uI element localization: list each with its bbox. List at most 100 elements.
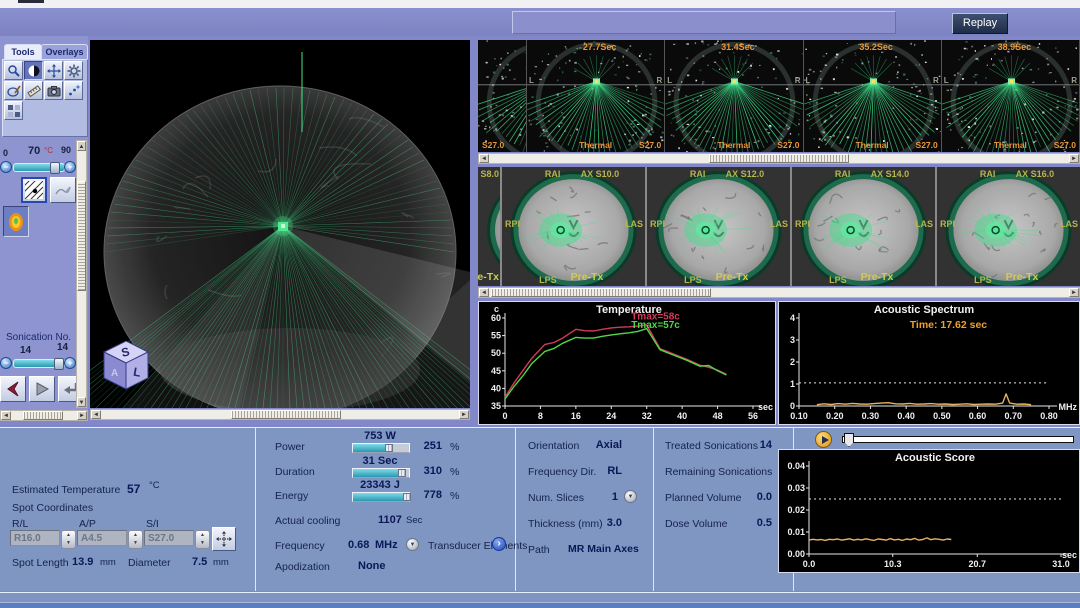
sidebar: Tools Overlays 0 70 °C 90 − xyxy=(0,36,88,421)
scroll-left-icon[interactable]: ◄ xyxy=(479,288,489,297)
scrollbar-thumb[interactable] xyxy=(491,288,711,297)
camera-tool-button[interactable] xyxy=(44,81,63,100)
scrollbar-thumb[interactable] xyxy=(77,181,86,291)
orientation-right-marker: R xyxy=(656,76,662,85)
scroll-right-icon[interactable]: ► xyxy=(77,411,87,420)
mri-tile[interactable]: RAIAX S10.0RPILASLPSPre-Tx xyxy=(500,167,645,286)
energy-slider[interactable] xyxy=(352,492,410,502)
sidebar-horizontal-scrollbar[interactable]: ◄ ► xyxy=(0,410,88,421)
score-playback-slider[interactable] xyxy=(842,436,1074,443)
tab-overlays[interactable]: Overlays xyxy=(41,44,88,60)
coord-si-spinner[interactable]: ▲▼ xyxy=(195,530,210,549)
replay-button[interactable]: Replay xyxy=(952,13,1008,34)
coord-ap-spinner[interactable]: ▲▼ xyxy=(128,530,143,549)
sidebar-vertical-scrollbar[interactable]: ▲ ▼ xyxy=(76,140,87,408)
mri-tile[interactable]: AX S8.0Pre-Tx xyxy=(478,167,500,286)
svg-text:A: A xyxy=(111,368,118,379)
coord-rl-spinner[interactable]: ▲▼ xyxy=(61,530,76,549)
power-slider[interactable] xyxy=(352,443,410,453)
scrollbar-thumb[interactable] xyxy=(23,411,63,420)
sonication-plus-button[interactable]: + xyxy=(64,357,76,369)
next-sonication-button[interactable] xyxy=(29,376,55,402)
svg-text:56: 56 xyxy=(748,411,758,421)
mri-strip-scrollbar[interactable]: ◄ ► xyxy=(478,287,1080,298)
orientation-left-marker: L xyxy=(806,76,811,85)
sonication-minus-button[interactable]: − xyxy=(0,357,12,369)
frequency-dropdown[interactable]: ▼ xyxy=(406,538,419,551)
thermal-tile[interactable]: 31.4SecLRThermalS27.0 xyxy=(665,40,803,152)
scroll-down-icon[interactable]: ▼ xyxy=(77,397,86,407)
duration-slider[interactable] xyxy=(352,468,410,478)
contrast-icon xyxy=(27,64,41,78)
tab-tools[interactable]: Tools xyxy=(4,44,42,60)
stage-label: Pre-Tx xyxy=(1006,271,1039,283)
temp-scale-slider-knob[interactable] xyxy=(50,162,60,174)
orientation-right-marker: R xyxy=(1071,76,1077,85)
thermal-tile[interactable]: 35.2SecLRThermalS27.0 xyxy=(804,40,942,152)
sonication-slider-knob[interactable] xyxy=(54,358,64,370)
points-tool-button[interactable] xyxy=(64,81,83,100)
num-slices-value: 1 xyxy=(552,491,618,503)
dose-volume-value: 0.5 xyxy=(700,517,772,529)
move-spot-button[interactable] xyxy=(212,527,236,551)
coord-rl-field[interactable] xyxy=(10,530,60,546)
panel-divider xyxy=(255,428,256,591)
tools-panel xyxy=(2,59,88,137)
svg-text:0.02: 0.02 xyxy=(787,505,805,515)
scroll-left-icon[interactable]: ◄ xyxy=(1,411,11,420)
scroll-right-icon[interactable]: ► xyxy=(459,410,469,419)
temp-scale-plus-button[interactable]: + xyxy=(64,161,76,173)
scrollbar-thumb[interactable] xyxy=(231,410,341,419)
svg-text:sec: sec xyxy=(758,402,773,412)
viewport-horizontal-scrollbar[interactable]: ◄ ► xyxy=(90,409,470,420)
transducer-elements-button[interactable]: › xyxy=(492,537,506,551)
previous-sonication-button[interactable] xyxy=(0,376,26,402)
thermal-tile[interactable]: 27.7SecLRThermalS27.0 xyxy=(527,40,665,152)
coord-axis-ap-label: A/P xyxy=(79,518,96,530)
message-field[interactable] xyxy=(512,11,896,34)
pan-tool-button[interactable] xyxy=(44,61,63,80)
scroll-right-icon[interactable]: ► xyxy=(1069,154,1079,163)
orientation-right-marker: LAS xyxy=(915,219,933,229)
mri-tile[interactable]: RAIAX S12.0RPILASLPSPre-Tx xyxy=(645,167,790,286)
settings-tool-button[interactable] xyxy=(64,61,83,80)
thermal-slice-label: S27.0 xyxy=(1054,140,1076,150)
thermal-overlay-button[interactable] xyxy=(21,177,47,203)
scroll-up-icon[interactable]: ▲ xyxy=(77,141,86,151)
scroll-right-icon[interactable]: ► xyxy=(1069,288,1079,297)
roi-draw-tool-button[interactable] xyxy=(4,81,23,100)
score-playback-thumb[interactable] xyxy=(844,433,854,447)
pattern-tool-button[interactable] xyxy=(4,101,23,120)
contrast-tool-button[interactable] xyxy=(24,61,43,80)
score-play-button[interactable] xyxy=(815,431,832,448)
thermal-tile[interactable]: S27.0 xyxy=(478,40,527,152)
svg-text:Acoustic Score: Acoustic Score xyxy=(895,452,975,464)
sonication-slider[interactable] xyxy=(13,359,65,368)
ruler-tool-button[interactable] xyxy=(24,81,43,100)
mri-tile[interactable]: RAIAX S16.0RPILASLPSPre-Tx xyxy=(935,167,1080,286)
3d-treatment-viewport[interactable]: SLA xyxy=(90,40,470,408)
thermal-tile[interactable]: 38.9SecLRThermalS27.0 xyxy=(942,40,1080,152)
zoom-tool-button[interactable] xyxy=(4,61,23,80)
forward-arrow-icon xyxy=(33,380,51,398)
thermal-spot-button[interactable] xyxy=(3,206,29,237)
num-slices-dropdown[interactable]: ▼ xyxy=(624,490,637,503)
temp-scale-slider[interactable] xyxy=(13,163,65,172)
camera-icon xyxy=(47,84,61,98)
scroll-left-icon[interactable]: ◄ xyxy=(91,410,101,419)
mri-tile[interactable]: RAIAX S14.0RPILASLPSPre-Tx xyxy=(790,167,935,286)
draw-contour-button[interactable] xyxy=(50,177,76,203)
temp-scale-current: 70 xyxy=(28,145,40,157)
scrollbar-thumb[interactable] xyxy=(709,154,849,163)
scroll-left-icon[interactable]: ◄ xyxy=(479,154,489,163)
temp-scale-minus-button[interactable]: − xyxy=(0,161,12,173)
svg-text:0.0: 0.0 xyxy=(803,559,816,569)
svg-text:0.20: 0.20 xyxy=(826,411,844,421)
coord-si-field[interactable] xyxy=(144,530,194,546)
thermal-strip-scrollbar[interactable]: ◄ ► xyxy=(478,153,1080,164)
orientation-left-marker: RPI xyxy=(650,219,665,229)
orientation-right-marker: LAS xyxy=(1060,219,1078,229)
coord-ap-field[interactable] xyxy=(77,530,127,546)
svg-text:35: 35 xyxy=(491,401,501,411)
svg-text:sec: sec xyxy=(1062,550,1077,560)
